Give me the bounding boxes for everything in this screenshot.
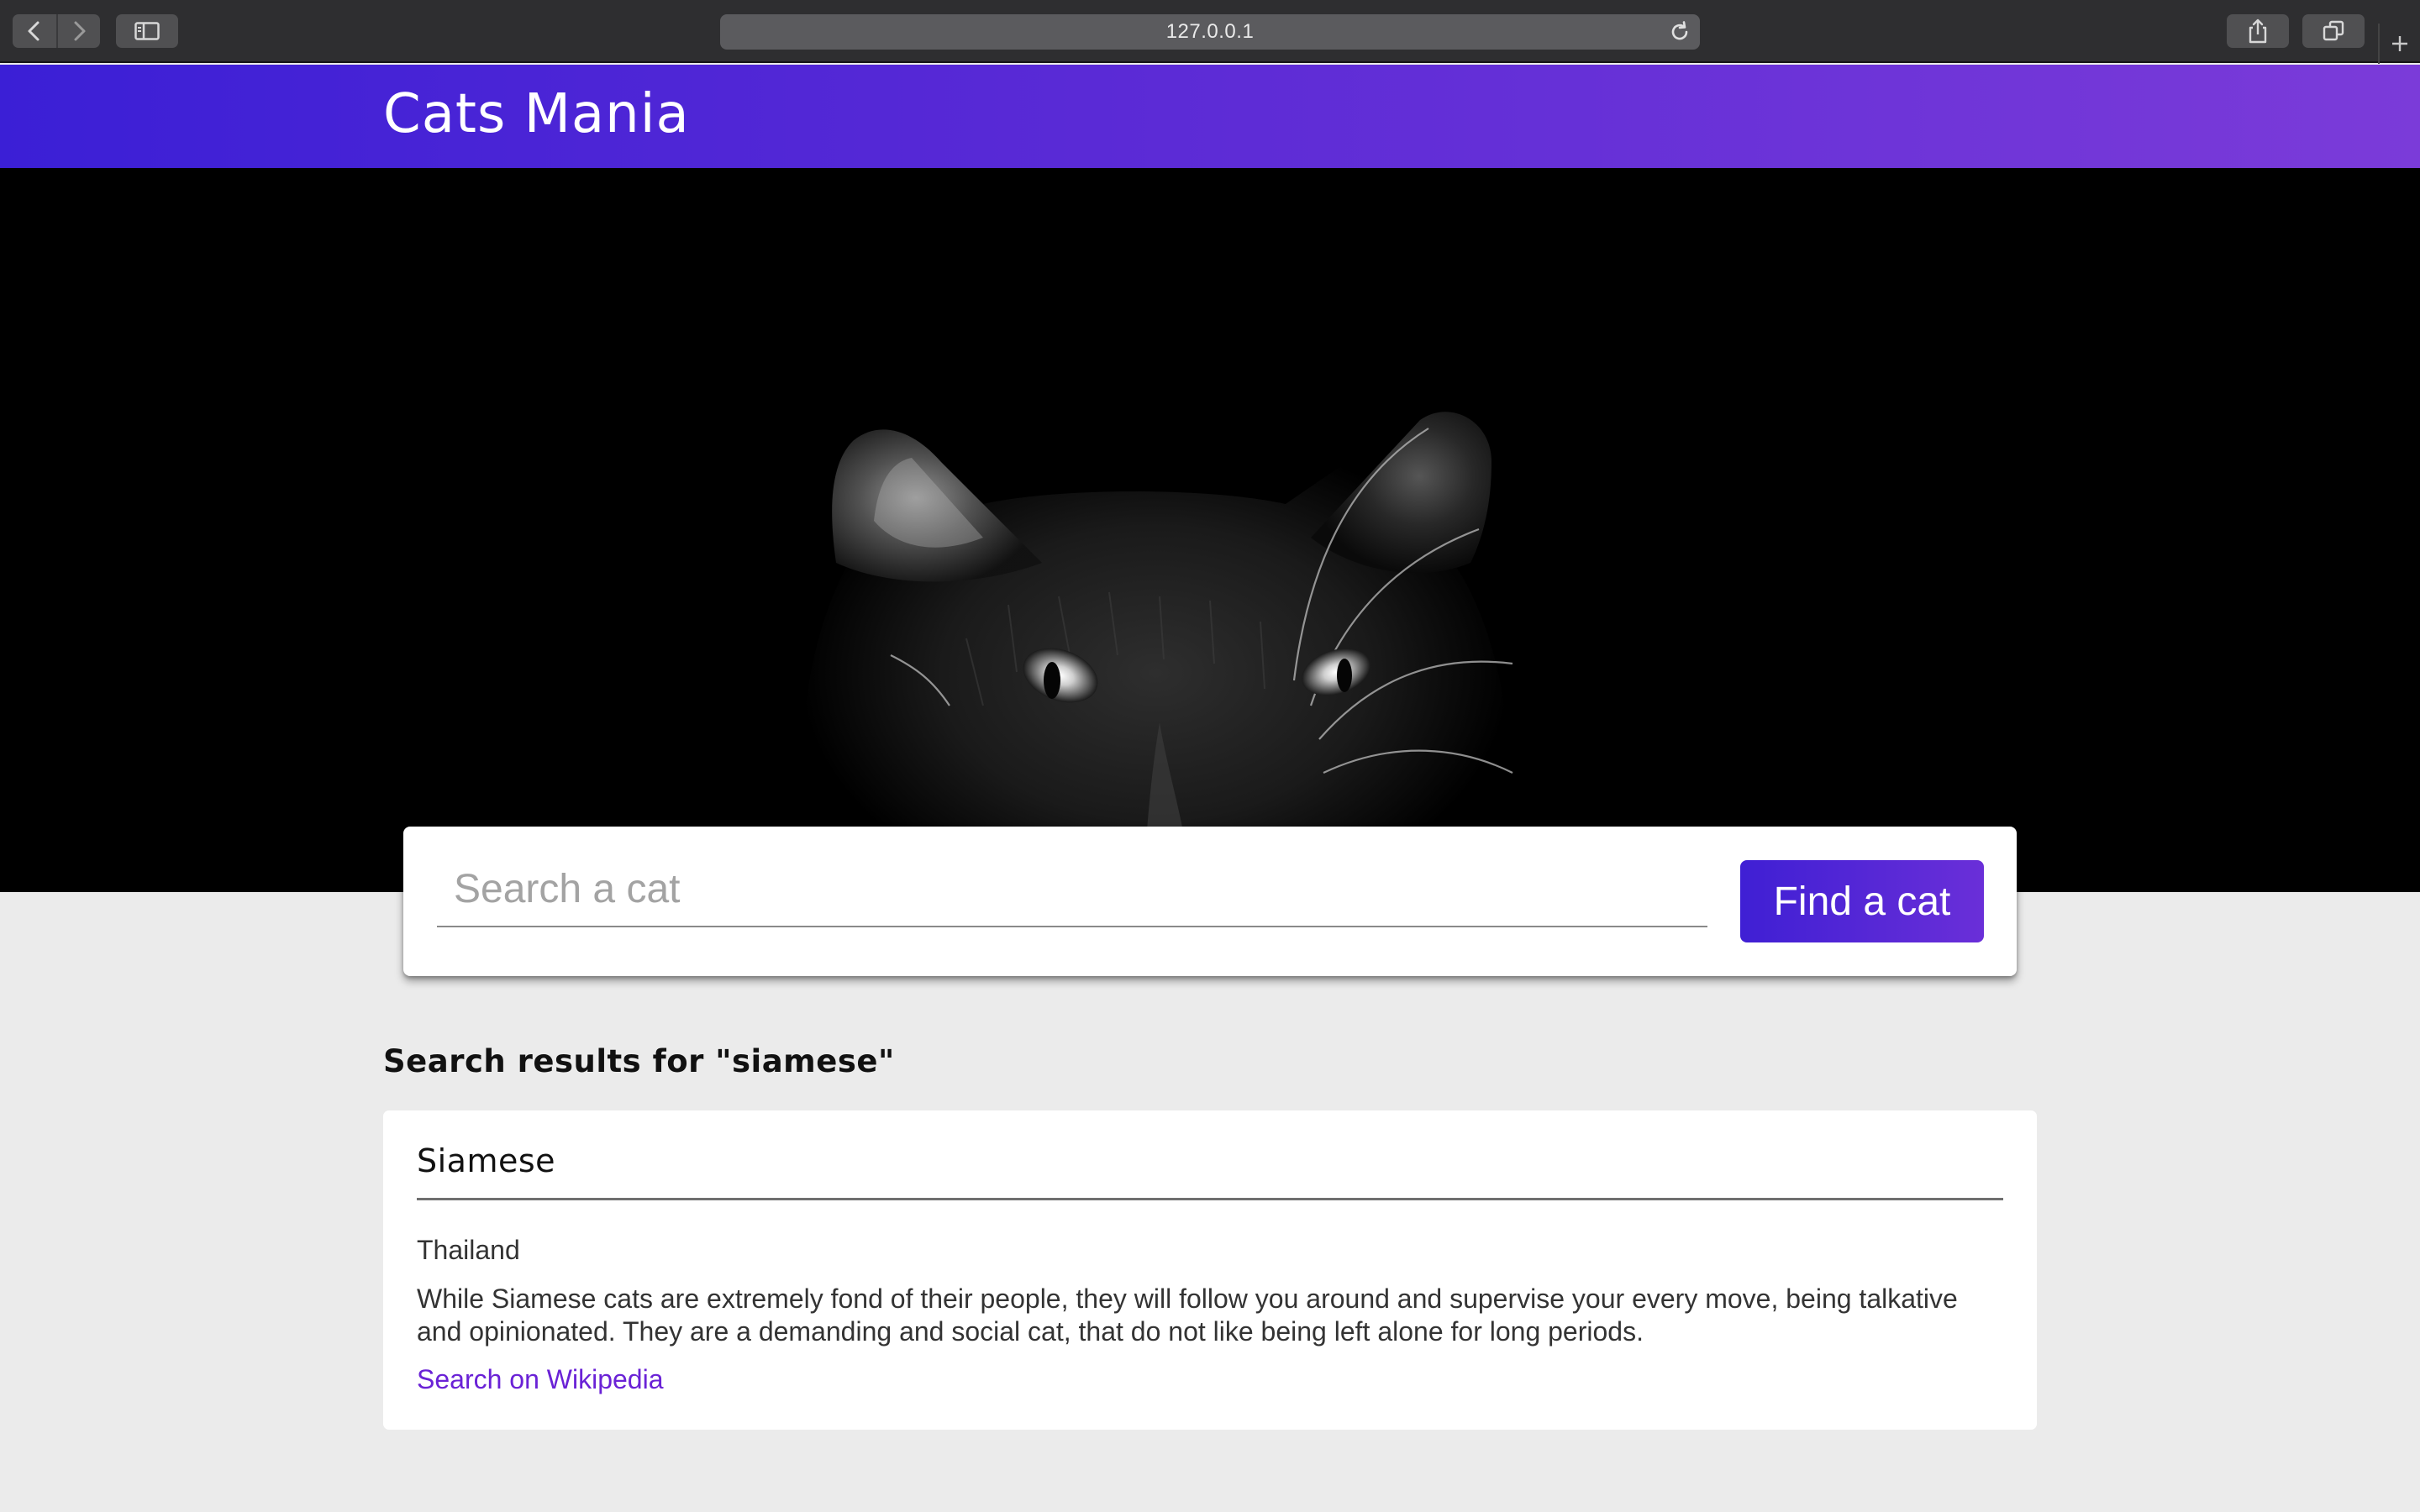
app-header: Cats Mania xyxy=(0,65,2420,168)
url-text: 127.0.0.1 xyxy=(1165,20,1255,43)
share-button[interactable] xyxy=(2227,14,2289,48)
results-heading: Search results for "siamese" xyxy=(383,1043,895,1079)
result-origin: Thailand xyxy=(417,1235,520,1265)
result-card: Siamese Thailand While Siamese cats are … xyxy=(383,1110,2037,1430)
result-divider xyxy=(417,1198,2003,1200)
wikipedia-search-link[interactable]: Search on Wikipedia xyxy=(417,1364,663,1395)
find-a-cat-button[interactable]: Find a cat xyxy=(1740,860,1984,942)
hero-banner xyxy=(0,168,2420,892)
black-cat-photo xyxy=(800,405,1513,892)
forward-button[interactable] xyxy=(56,14,100,48)
search-card: Find a cat xyxy=(403,827,2017,976)
result-breed-name: Siamese xyxy=(417,1142,556,1179)
chevron-left-icon xyxy=(28,21,39,41)
result-description: While Siamese cats are extremely fond of… xyxy=(417,1284,1958,1347)
history-nav-group xyxy=(13,14,100,48)
new-tab-button[interactable] xyxy=(2378,24,2420,64)
back-button[interactable] xyxy=(13,14,56,48)
share-icon xyxy=(2249,18,2267,44)
sidebar-icon xyxy=(134,22,160,40)
sidebar-toggle-button[interactable] xyxy=(116,14,178,48)
reload-icon[interactable] xyxy=(1668,20,1691,44)
browser-toolbar: 127.0.0.1 xyxy=(0,0,2420,64)
plus-icon xyxy=(2392,36,2407,51)
browser-window: 127.0.0.1 Cats Mania Search a cat Find a… xyxy=(0,0,2420,1512)
address-bar[interactable]: 127.0.0.1 xyxy=(720,14,1700,50)
app-title[interactable]: Cats Mania xyxy=(383,83,690,145)
chevron-right-icon xyxy=(74,21,86,41)
tabs-overview-icon xyxy=(2323,20,2344,41)
search-input[interactable] xyxy=(437,857,1707,927)
tabs-overview-button[interactable] xyxy=(2302,14,2365,48)
